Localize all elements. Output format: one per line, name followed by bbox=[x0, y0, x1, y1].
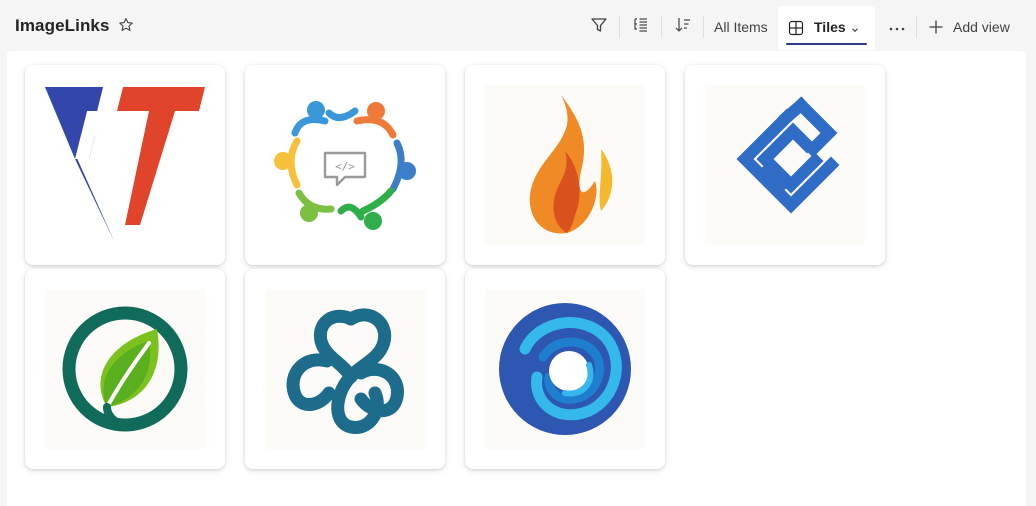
more-options-button[interactable] bbox=[885, 14, 909, 40]
tile-1[interactable] bbox=[25, 65, 225, 265]
sort-button[interactable] bbox=[670, 14, 696, 40]
flame-logo bbox=[485, 85, 645, 245]
add-view-button[interactable]: Add view bbox=[928, 16, 1010, 38]
people-circle-code-logo: </> bbox=[265, 85, 425, 245]
tiles-grid-icon bbox=[788, 20, 804, 41]
view-all-items[interactable]: All Items bbox=[714, 19, 768, 35]
add-icon bbox=[928, 19, 944, 35]
filter-button[interactable] bbox=[586, 14, 612, 40]
tile-7[interactable] bbox=[465, 269, 665, 469]
view-tiles-label: Tiles bbox=[814, 19, 846, 35]
tile-2[interactable]: </> bbox=[245, 65, 445, 265]
tile-5[interactable] bbox=[25, 269, 225, 469]
leaf-circle-logo bbox=[45, 289, 205, 449]
more-options-icon bbox=[889, 18, 905, 36]
tiles-panel: </> bbox=[7, 51, 1026, 506]
active-tab-indicator bbox=[786, 43, 867, 45]
swirl-circle-logo bbox=[485, 289, 645, 449]
tile-3[interactable] bbox=[465, 65, 665, 265]
sort-icon bbox=[674, 16, 692, 39]
group-by-button[interactable] bbox=[628, 14, 654, 40]
ft-letters-logo bbox=[45, 85, 205, 245]
toolbar-divider bbox=[916, 16, 917, 38]
knot-logo bbox=[265, 289, 425, 449]
command-bar: ImageLinks All Items Tiles Add view bbox=[0, 0, 1036, 52]
filter-icon bbox=[590, 16, 608, 39]
svg-text:</>: </> bbox=[335, 160, 355, 173]
group-by-icon bbox=[632, 16, 650, 39]
toolbar-divider bbox=[703, 16, 704, 38]
favorite-star-icon[interactable] bbox=[118, 17, 134, 33]
chain-c-logo bbox=[705, 85, 865, 245]
chevron-down-icon bbox=[850, 22, 860, 40]
view-tiles-tab[interactable]: Tiles bbox=[778, 6, 875, 50]
tile-4[interactable] bbox=[685, 65, 885, 265]
toolbar-divider bbox=[619, 16, 620, 38]
toolbar-divider bbox=[661, 16, 662, 38]
tile-6[interactable] bbox=[245, 269, 445, 469]
list-title: ImageLinks bbox=[15, 16, 110, 35]
add-view-label: Add view bbox=[953, 19, 1010, 35]
